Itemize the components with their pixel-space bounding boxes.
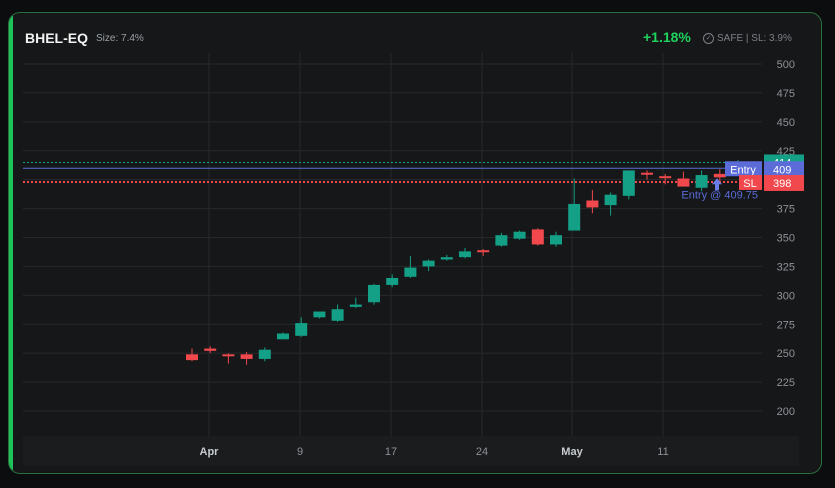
sl-tag-label: SL bbox=[743, 178, 756, 190]
y-tick-label: 350 bbox=[777, 233, 795, 245]
candle-body[interactable] bbox=[331, 309, 344, 321]
candle-body[interactable] bbox=[222, 354, 235, 357]
candle-body[interactable] bbox=[568, 203, 581, 231]
y-tick-label: 450 bbox=[777, 117, 795, 129]
candle-body[interactable] bbox=[204, 348, 217, 351]
x-tick-label: 24 bbox=[476, 446, 488, 458]
check-circle-icon: ✓ bbox=[703, 33, 714, 44]
price-change: +1.18% bbox=[643, 29, 691, 45]
chart-card: 500475450425400375350325300275250225200A… bbox=[8, 12, 822, 474]
entry-price-text: 409 bbox=[773, 164, 791, 176]
candle-body[interactable] bbox=[186, 354, 198, 361]
ticker-symbol: BHEL-EQ bbox=[25, 30, 88, 46]
x-tick-label: 17 bbox=[385, 446, 397, 458]
candle-body[interactable] bbox=[695, 175, 708, 188]
y-tick-label: 225 bbox=[777, 377, 795, 389]
candle-body[interactable] bbox=[586, 200, 599, 208]
candle-body[interactable] bbox=[258, 349, 271, 359]
entry-tag-label: Entry bbox=[730, 164, 756, 176]
y-tick-label: 325 bbox=[777, 261, 795, 273]
candle-body[interactable] bbox=[477, 250, 490, 253]
candle-body[interactable] bbox=[495, 235, 508, 246]
candle-body[interactable] bbox=[622, 170, 635, 196]
y-tick-label: 300 bbox=[777, 290, 795, 302]
candlestick-chart[interactable]: 500475450425400375350325300275250225200A… bbox=[9, 13, 822, 474]
y-tick-label: 250 bbox=[777, 348, 795, 360]
candle-body[interactable] bbox=[349, 304, 362, 307]
safe-status-text: SAFE | SL: 3.9% bbox=[717, 33, 792, 44]
x-tick-label: 11 bbox=[657, 446, 668, 458]
y-tick-label: 275 bbox=[777, 319, 795, 331]
entry-annotation: Entry @ 409.75 bbox=[681, 189, 758, 201]
y-tick-label: 375 bbox=[777, 204, 795, 216]
candle-body[interactable] bbox=[641, 172, 653, 175]
candle-body[interactable] bbox=[404, 267, 417, 277]
candle-body[interactable] bbox=[659, 176, 672, 179]
candle-body[interactable] bbox=[550, 235, 562, 245]
candle-body[interactable] bbox=[313, 311, 326, 318]
sl-price-text: 398 bbox=[773, 178, 791, 190]
candle-body[interactable] bbox=[295, 323, 308, 336]
x-tick-label: May bbox=[561, 446, 583, 458]
y-tick-label: 475 bbox=[777, 88, 795, 100]
candle-body[interactable] bbox=[531, 229, 544, 245]
candle-body[interactable] bbox=[604, 194, 617, 206]
y-tick-label: 200 bbox=[777, 406, 795, 418]
candle-body[interactable] bbox=[513, 231, 526, 239]
candle-body[interactable] bbox=[240, 354, 253, 359]
safe-status: ✓ SAFE | SL: 3.9% bbox=[703, 33, 792, 44]
x-tick-label: 9 bbox=[297, 446, 303, 458]
candle-body[interactable] bbox=[677, 178, 690, 187]
candle-body[interactable] bbox=[277, 333, 289, 340]
y-tick-label: 500 bbox=[777, 59, 795, 71]
candle-body[interactable] bbox=[386, 277, 399, 285]
candle-body[interactable] bbox=[368, 284, 380, 303]
candle-body[interactable] bbox=[440, 257, 453, 260]
position-size: Size: 7.4% bbox=[96, 33, 144, 44]
candle-body[interactable] bbox=[422, 260, 435, 267]
candle-body[interactable] bbox=[713, 173, 726, 178]
candle-body[interactable] bbox=[459, 251, 471, 258]
x-tick-label: Apr bbox=[200, 446, 220, 458]
